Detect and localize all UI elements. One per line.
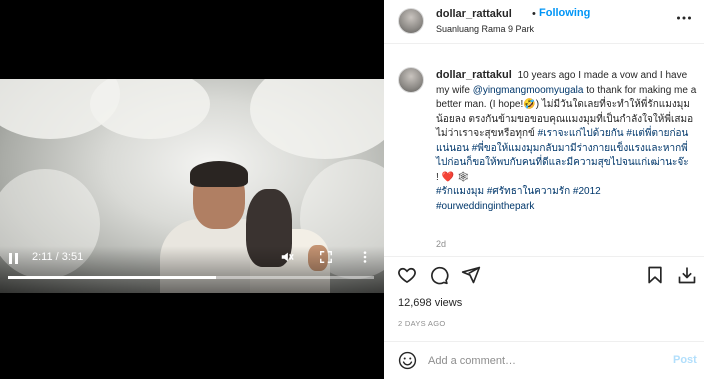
more-horizontal-icon[interactable]: [676, 11, 692, 25]
video-progress-bar[interactable]: [8, 276, 374, 279]
location-link[interactable]: Suanluang Rama 9 Park: [436, 24, 534, 34]
time-separator: /: [55, 251, 59, 263]
bookmark-icon[interactable]: [645, 265, 665, 285]
duration: 3:51: [61, 251, 84, 263]
laughing-emoji: 🤣: [523, 99, 536, 110]
hashtag-link[interactable]: #พี่ขอให้แมงมุมกลับมามีร่างกายแข็งแรงและ…: [436, 143, 689, 169]
mute-icon[interactable]: [280, 250, 294, 264]
hashtag-link[interactable]: #เราจะแก่ไปด้วยกัน: [538, 128, 624, 139]
hashtag-link[interactable]: #รักแมงมุม: [436, 186, 484, 197]
header-username[interactable]: dollar_rattakul: [436, 8, 512, 20]
hashtag-link[interactable]: #2012: [573, 186, 601, 197]
caption-text: dollar_rattakul 10 years ago I made a vo…: [436, 68, 698, 214]
spiderweb-emoji: 🕸: [456, 171, 470, 183]
avatar[interactable]: [398, 67, 424, 93]
caption-section: dollar_rattakul 10 years ago I made a vo…: [384, 58, 704, 254]
share-icon[interactable]: [461, 265, 481, 285]
comment-input[interactable]: [428, 352, 648, 370]
heart-icon[interactable]: [397, 265, 417, 285]
background-blossom: [250, 79, 384, 159]
post-button[interactable]: Post: [673, 354, 697, 366]
avatar[interactable]: [398, 8, 424, 34]
post-sidebar: dollar_rattakul • Following Suanluang Ra…: [384, 0, 704, 379]
separator-dot: •: [532, 8, 536, 20]
pause-icon[interactable]: [9, 253, 21, 265]
mention-link[interactable]: @yingmangmoomyugala: [473, 85, 584, 96]
view-count[interactable]: 12,698 views: [398, 297, 462, 309]
post-header: dollar_rattakul • Following Suanluang Ra…: [384, 0, 704, 44]
video-progress-fill: [8, 276, 216, 279]
video-timestamp: 2:11 / 3:51: [32, 251, 83, 263]
hashtag-link[interactable]: #ศรัทธาในความรัก: [487, 186, 570, 197]
caption-text-part: !: [436, 171, 439, 183]
background-blossom: [90, 79, 210, 139]
caption-time-ago: 2d: [436, 239, 447, 249]
heart-emoji: ❤️: [441, 171, 455, 183]
download-icon[interactable]: [677, 265, 697, 285]
current-time: 2:11: [32, 251, 53, 263]
video-panel[interactable]: 2:11 / 3:51: [0, 0, 384, 379]
more-vertical-icon[interactable]: [358, 250, 372, 264]
post-date: 2 DAYS AGO: [398, 319, 446, 328]
comment-icon[interactable]: [429, 265, 449, 285]
smiley-icon[interactable]: [398, 351, 417, 370]
following-button[interactable]: Following: [539, 7, 590, 19]
fullscreen-icon[interactable]: [319, 250, 333, 264]
groom-hair: [190, 161, 248, 187]
caption-username[interactable]: dollar_rattakul: [436, 69, 512, 81]
hashtag-link[interactable]: #ourweddinginthepark: [436, 201, 534, 212]
comment-bar: Post: [384, 341, 704, 379]
